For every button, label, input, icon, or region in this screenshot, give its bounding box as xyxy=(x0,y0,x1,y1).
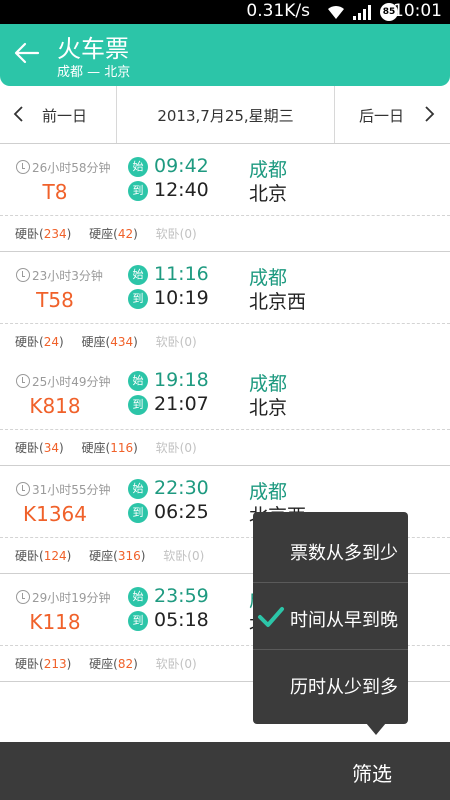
to-station: 北京西 xyxy=(249,291,307,313)
arrive-time: 06:25 xyxy=(154,501,209,523)
sort-by-time[interactable]: 时间从早到晚 xyxy=(253,583,408,649)
train-number: T58 xyxy=(36,288,74,312)
prev-day-button[interactable]: 前一日 xyxy=(0,86,117,143)
from-station: 成都 xyxy=(249,373,288,395)
seat-availability: 硬卧(234) 硬座(42) 软卧(0) xyxy=(15,225,211,242)
start-station-badge: 始 xyxy=(128,371,148,391)
train-number: K818 xyxy=(29,394,81,418)
duration: 31小时55分钟 xyxy=(16,481,111,498)
duration: 23小时3分钟 xyxy=(16,267,103,284)
signal-icon xyxy=(353,5,371,20)
from-station: 成都 xyxy=(249,481,288,503)
checkmark-icon xyxy=(258,607,284,627)
filter-button[interactable]: 筛选 xyxy=(352,758,392,787)
sort-by-duration[interactable]: 历时从少到多 xyxy=(253,650,408,716)
divider xyxy=(0,215,450,216)
divider xyxy=(0,323,450,324)
back-arrow-icon[interactable] xyxy=(12,38,42,68)
chevron-right-icon xyxy=(425,106,435,122)
depart-time: 19:18 xyxy=(154,369,209,391)
train-row[interactable]: 23小时3分钟 T58 始 到 11:16 10:19 成都 北京西 硬卧(24… xyxy=(0,252,450,360)
sort-by-tickets[interactable]: 票数从多到少 xyxy=(253,516,408,582)
menu-item-label: 票数从多到少 xyxy=(290,543,398,564)
end-station-badge: 到 xyxy=(128,181,148,201)
hard-seat: 硬座(42) xyxy=(89,227,138,241)
end-station-badge: 到 xyxy=(128,611,148,631)
wifi-icon xyxy=(328,5,344,20)
depart-time: 22:30 xyxy=(154,477,209,499)
hard-seat: 硬座(434) xyxy=(81,335,138,349)
start-station-badge: 始 xyxy=(128,587,148,607)
seat-availability: 硬卧(24) 硬座(434) 软卧(0) xyxy=(15,333,211,350)
soft-sleeper: 软卧(0) xyxy=(155,335,197,349)
status-time: 10:01 xyxy=(393,1,442,21)
depart-time: 11:16 xyxy=(154,263,209,285)
arrive-time: 12:40 xyxy=(154,179,209,201)
page-title: 火车票 xyxy=(57,35,129,63)
hard-sleeper: 硬卧(34) xyxy=(15,441,64,455)
train-number: K118 xyxy=(29,610,81,634)
seat-availability: 硬卧(213) 硬座(82) 软卧(0) xyxy=(15,655,211,672)
depart-time: 23:59 xyxy=(154,585,209,607)
to-station: 北京 xyxy=(249,183,288,205)
hard-seat: 硬座(82) xyxy=(89,657,138,671)
soft-sleeper: 软卧(0) xyxy=(155,441,197,455)
hard-sleeper: 硬卧(234) xyxy=(15,227,72,241)
menu-item-label: 历时从少到多 xyxy=(290,677,398,698)
soft-sleeper: 软卧(0) xyxy=(163,549,205,563)
sort-menu: 票数从多到少 时间从早到晚 历时从少到多 xyxy=(253,512,408,735)
current-date[interactable]: 2013,7月25,星期三 xyxy=(117,105,334,126)
hard-sleeper: 硬卧(213) xyxy=(15,657,72,671)
clock-icon xyxy=(16,482,30,496)
train-row[interactable]: 25小时49分钟 K818 始 到 19:18 21:07 成都 北京 硬卧(3… xyxy=(0,358,450,466)
from-station: 成都 xyxy=(249,159,288,181)
next-day-button[interactable]: 后一日 xyxy=(334,86,450,143)
hard-seat: 硬座(316) xyxy=(89,549,146,563)
start-station-badge: 始 xyxy=(128,479,148,499)
arrive-time: 10:19 xyxy=(154,287,209,309)
clock-icon xyxy=(16,590,30,604)
end-station-badge: 到 xyxy=(128,395,148,415)
chevron-left-icon xyxy=(13,106,23,122)
seat-availability: 硬卧(124) 硬座(316) 软卧(0) xyxy=(15,547,218,564)
hard-sleeper: 硬卧(124) xyxy=(15,549,72,563)
duration: 26小时58分钟 xyxy=(16,159,111,176)
next-day-label: 后一日 xyxy=(359,107,405,125)
train-row[interactable]: 26小时58分钟 T8 始 到 09:42 12:40 成都 北京 硬卧(234… xyxy=(0,144,450,252)
arrive-time: 21:07 xyxy=(154,393,209,415)
start-station-badge: 始 xyxy=(128,265,148,285)
soft-sleeper: 软卧(0) xyxy=(155,227,197,241)
hard-seat: 硬座(116) xyxy=(81,441,138,455)
divider xyxy=(0,429,450,430)
clock-icon xyxy=(16,374,30,388)
menu-item-label: 时间从早到晚 xyxy=(290,610,398,631)
duration: 29小时19分钟 xyxy=(16,589,111,606)
soft-sleeper: 软卧(0) xyxy=(155,657,197,671)
depart-time: 09:42 xyxy=(154,155,209,177)
seat-availability: 硬卧(34) 硬座(116) 软卧(0) xyxy=(15,439,211,456)
prev-day-label: 前一日 xyxy=(42,107,88,125)
end-station-badge: 到 xyxy=(128,503,148,523)
from-station: 成都 xyxy=(249,267,288,289)
network-speed: 0.31K/s xyxy=(246,1,310,21)
train-number: K1364 xyxy=(22,502,87,526)
duration: 25小时49分钟 xyxy=(16,373,111,390)
end-station-badge: 到 xyxy=(128,289,148,309)
bottom-bar: 筛选 xyxy=(0,742,450,800)
hard-sleeper: 硬卧(24) xyxy=(15,335,64,349)
clock-icon xyxy=(16,268,30,282)
app-header: 火车票 成都 — 北京 xyxy=(0,24,450,86)
status-bar: 0.31K/s 85 10:01 xyxy=(0,0,450,24)
train-number: T8 xyxy=(42,180,68,204)
date-navigator: 前一日 2013,7月25,星期三 后一日 xyxy=(0,86,450,144)
arrive-time: 05:18 xyxy=(154,609,209,631)
route-subtitle: 成都 — 北京 xyxy=(57,65,131,80)
clock-icon xyxy=(16,160,30,174)
menu-pointer xyxy=(366,723,386,735)
start-station-badge: 始 xyxy=(128,157,148,177)
to-station: 北京 xyxy=(249,397,288,419)
